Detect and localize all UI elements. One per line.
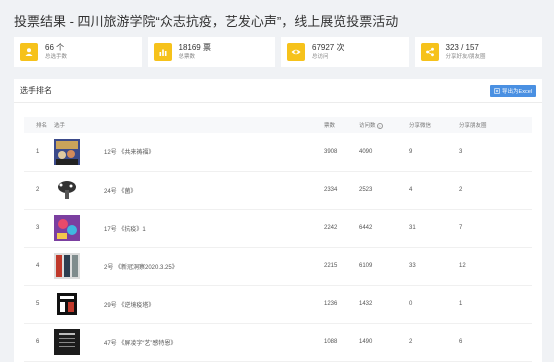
col-header-moments: 分享朋友圈 xyxy=(459,117,532,133)
thumbnail-image[interactable] xyxy=(54,138,80,165)
stat-card-shares: 323 / 157 分享好友/朋友圈 xyxy=(414,37,542,67)
help-icon[interactable]: ? xyxy=(376,122,383,129)
stat-value: 66 个 xyxy=(45,42,65,52)
cell-player: 12号 《共来祷福》 xyxy=(54,133,324,172)
cell-wechat: 33 xyxy=(409,247,459,286)
table-row: 5 29号 《逆境疫塔》 1236 1432 0 1 xyxy=(24,285,532,324)
player-name[interactable]: 2号 《新冠洞察2020.3.25》 xyxy=(104,262,178,271)
cell-rank: 5 xyxy=(24,285,54,324)
share-icon xyxy=(420,43,439,61)
page-title: 投票结果 - 四川旅游学院“众志抗疫，艺发心声”，线上展览投票活动 xyxy=(14,14,399,29)
cell-player: 29号 《逆境疫塔》 xyxy=(54,285,324,324)
cell-moments: 2 xyxy=(459,171,532,210)
table-row: 1 12号 《共来祷福》 3908 4090 9 3 xyxy=(24,133,532,172)
stat-label: 分享好友/朋友圈 xyxy=(445,53,486,60)
cell-wechat: 4 xyxy=(409,171,459,210)
cell-rank: 6 xyxy=(24,323,54,362)
table-row: 6 47号 《屏凌字“艺”感特恩》 1088 1490 2 6 xyxy=(24,323,532,362)
table-row: 2 24号 《菌》 2334 2523 4 2 xyxy=(24,171,532,210)
col-header-votes: 票数 xyxy=(324,117,359,133)
bar-chart-icon xyxy=(153,43,172,61)
cell-wechat: 2 xyxy=(409,323,459,362)
cell-moments: 7 xyxy=(459,209,532,248)
thumbnail-image[interactable] xyxy=(54,329,80,355)
eye-icon xyxy=(287,43,305,61)
stat-label: 总访问 xyxy=(312,53,329,60)
stat-card-visits: 67927 次 总访问 xyxy=(281,37,409,67)
stat-card-votes: 18169 票 总票数 xyxy=(147,37,275,67)
cell-moments: 12 xyxy=(459,247,532,286)
stat-card-players: 66 个 总选手数 xyxy=(14,37,142,67)
col-header-player: 选手 xyxy=(54,117,324,133)
table-header-row: 排名 选手 票数 访问数? 分享微信 分享朋友圈 xyxy=(24,117,532,133)
cell-visits: 6442 xyxy=(359,209,409,248)
player-name[interactable]: 17号 《抗疫》1 xyxy=(104,224,146,233)
thumbnail-image[interactable] xyxy=(54,215,80,241)
cell-rank: 2 xyxy=(24,171,54,210)
cell-rank: 1 xyxy=(24,133,54,172)
ranking-panel: 选手排名 导出为Excel 排名 选手 票数 访问数? 分享微信 分享朋友圈 1 xyxy=(14,79,542,362)
table-row: 4 2号 《新冠洞察2020.3.25》 2215 6109 33 12 xyxy=(24,247,532,286)
cell-moments: 1 xyxy=(459,285,532,324)
export-icon xyxy=(494,87,500,94)
cell-wechat: 31 xyxy=(409,209,459,248)
cell-visits: 4090 xyxy=(359,133,409,172)
col-header-visits-label: 访问数 xyxy=(359,123,376,129)
user-icon xyxy=(20,43,38,61)
cell-visits: 1490 xyxy=(359,323,409,362)
ranking-table: 排名 选手 票数 访问数? 分享微信 分享朋友圈 1 12号 《共来祷福》 39… xyxy=(24,117,532,362)
cell-votes: 2242 xyxy=(324,209,359,248)
stat-value: 67927 次 xyxy=(312,42,345,52)
stat-label: 总选手数 xyxy=(45,53,68,60)
export-label: 导出为Excel xyxy=(502,88,532,95)
cell-moments: 6 xyxy=(459,323,532,362)
cell-visits: 6109 xyxy=(359,247,409,286)
stat-value: 18169 票 xyxy=(178,42,211,52)
panel-title: 选手排名 xyxy=(20,86,52,95)
cell-rank: 4 xyxy=(24,247,54,286)
col-header-wechat: 分享微信 xyxy=(409,117,459,133)
cell-moments: 3 xyxy=(459,133,532,172)
cell-player: 47号 《屏凌字“艺”感特恩》 xyxy=(54,323,324,362)
player-name[interactable]: 47号 《屏凌字“艺”感特恩》 xyxy=(104,338,176,347)
col-header-rank: 排名 xyxy=(24,117,54,133)
player-name[interactable]: 24号 《菌》 xyxy=(104,186,136,195)
player-name[interactable]: 29号 《逆境疫塔》 xyxy=(104,300,154,309)
thumbnail-image[interactable] xyxy=(54,291,80,317)
stat-label: 总票数 xyxy=(178,53,196,60)
stats-bar: 66 个 总选手数 18169 票 总票数 67927 次 总访问 323 / … xyxy=(14,37,542,67)
export-excel-button[interactable]: 导出为Excel xyxy=(490,84,536,97)
cell-visits: 2523 xyxy=(359,171,409,210)
cell-votes: 2215 xyxy=(324,247,359,286)
cell-wechat: 9 xyxy=(409,133,459,172)
cell-votes: 2334 xyxy=(324,171,359,210)
col-header-visits: 访问数? xyxy=(359,117,409,133)
cell-rank: 3 xyxy=(24,209,54,248)
cell-votes: 3908 xyxy=(324,133,359,172)
table-row: 3 17号 《抗疫》1 2242 6442 31 7 xyxy=(24,209,532,248)
cell-visits: 1432 xyxy=(359,285,409,324)
thumbnail-image[interactable] xyxy=(54,177,80,203)
cell-votes: 1236 xyxy=(324,285,359,324)
cell-wechat: 0 xyxy=(409,285,459,324)
cell-player: 2号 《新冠洞察2020.3.25》 xyxy=(54,247,324,286)
panel-header: 选手排名 导出为Excel xyxy=(14,79,542,103)
cell-player: 24号 《菌》 xyxy=(54,171,324,210)
thumbnail-image[interactable] xyxy=(54,253,80,279)
stat-value: 323 / 157 xyxy=(445,42,479,52)
player-name[interactable]: 12号 《共来祷福》 xyxy=(104,147,154,156)
cell-votes: 1088 xyxy=(324,323,359,362)
cell-player: 17号 《抗疫》1 xyxy=(54,209,324,248)
